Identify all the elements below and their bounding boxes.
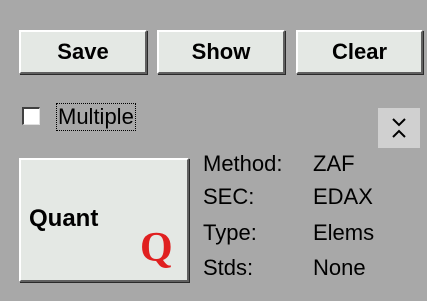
method-value: ZAF	[313, 151, 355, 176]
clear-button[interactable]: Clear	[296, 30, 423, 74]
multiple-label[interactable]: Multiple	[56, 103, 136, 131]
save-button[interactable]: Save	[19, 30, 147, 74]
method-label: Method:	[203, 151, 283, 176]
quant-q-icon: Q	[140, 225, 173, 271]
collapse-button[interactable]	[378, 108, 420, 148]
sec-value: EDAX	[313, 184, 373, 209]
type-value: Elems	[313, 220, 375, 245]
type-label: Type:	[203, 220, 257, 245]
quant-button[interactable]: Quant Q	[19, 158, 189, 282]
control-panel: Save Show Clear Multiple Quant Q Method:…	[0, 0, 427, 301]
stds-label: Stds:	[203, 255, 254, 280]
sec-label: SEC:	[203, 184, 255, 209]
show-button[interactable]: Show	[157, 30, 285, 74]
stds-value: None	[313, 255, 366, 280]
multiple-checkbox[interactable]	[22, 107, 40, 125]
quant-label: Quant	[29, 205, 99, 232]
